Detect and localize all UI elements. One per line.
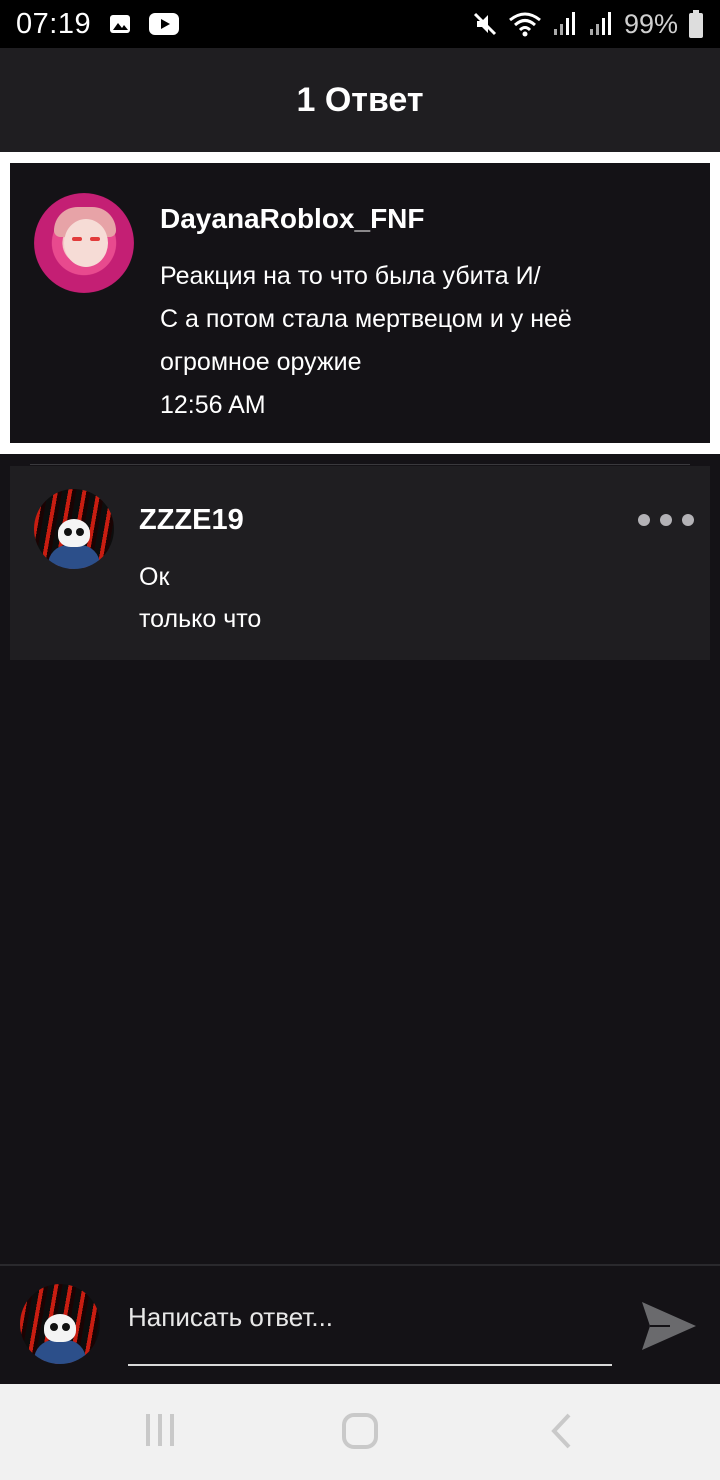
input-underline <box>128 1364 612 1366</box>
recent-apps-button[interactable] <box>144 1412 176 1453</box>
comment-text: Реакция на то что была убита И/ С а пото… <box>160 255 680 384</box>
status-time: 07:19 <box>16 7 92 40</box>
wifi-icon <box>508 11 542 37</box>
mute-icon <box>472 11 498 37</box>
more-dots-icon <box>638 514 650 526</box>
avatar[interactable] <box>34 489 114 569</box>
avatar <box>20 1284 100 1364</box>
reply-item: ZZZE19 Ок только что <box>10 466 710 660</box>
recent-apps-icon <box>146 1414 174 1446</box>
original-comment-frame: DayanaRoblox_FNF Реакция на то что была … <box>0 152 720 454</box>
avatar-skull <box>58 519 90 547</box>
home-button[interactable] <box>341 1412 379 1455</box>
home-icon <box>342 1413 378 1449</box>
avatar-face <box>64 219 108 267</box>
header: 1 Ответ <box>0 48 720 152</box>
send-icon <box>642 1302 696 1350</box>
back-button[interactable] <box>549 1412 575 1455</box>
divider <box>30 464 690 465</box>
reply-text: Ок <box>139 563 170 591</box>
status-bar: 07:19 99% <box>0 0 720 48</box>
more-options-button[interactable] <box>638 508 694 532</box>
comment-timestamp: 12:56 AM <box>160 391 266 419</box>
page-title: 1 Ответ <box>296 80 424 119</box>
comment-line: Реакция на то что была убита И/ <box>160 262 541 290</box>
original-comment: DayanaRoblox_FNF Реакция на то что была … <box>10 163 710 443</box>
avatar-hood <box>34 1340 86 1364</box>
avatar-hood <box>48 545 100 569</box>
youtube-icon <box>149 13 180 35</box>
reply-input[interactable] <box>128 1296 612 1338</box>
comment-line: огромное оружие <box>160 348 362 376</box>
comment-line: С а потом стала мертвецом и у неё <box>160 305 572 333</box>
avatar[interactable] <box>34 193 134 293</box>
avatar-eye <box>90 237 100 241</box>
back-icon <box>551 1413 571 1449</box>
reply-composer <box>0 1264 720 1384</box>
comment-author[interactable]: DayanaRoblox_FNF <box>160 203 425 235</box>
avatar-skull <box>44 1314 76 1342</box>
avatar-eye <box>72 237 82 241</box>
reply-author[interactable]: ZZZE19 <box>139 504 244 537</box>
image-icon <box>109 14 131 34</box>
more-dots-icon <box>682 514 694 526</box>
battery-icon <box>688 10 704 38</box>
battery-percent: 99% <box>623 8 678 39</box>
reply-body: Ок только что <box>139 556 261 640</box>
signal-icon <box>588 11 614 37</box>
signal-icon <box>552 11 578 37</box>
reply-timestamp: только что <box>139 605 262 633</box>
more-dots-icon <box>660 514 672 526</box>
send-button[interactable] <box>640 1298 698 1354</box>
system-nav-bar <box>0 1384 720 1480</box>
